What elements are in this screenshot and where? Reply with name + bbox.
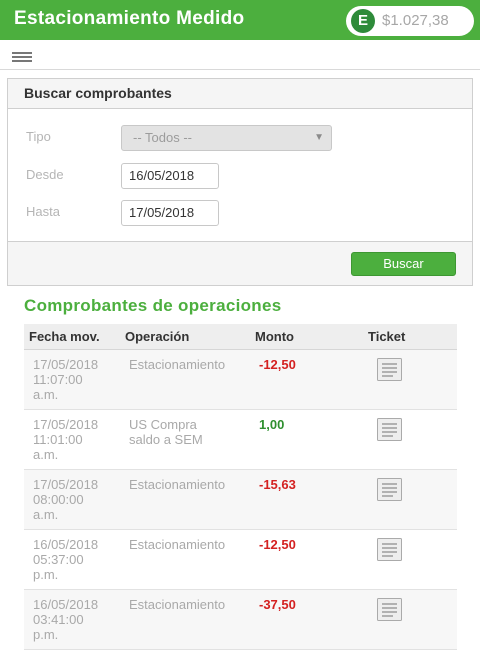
ticket-icon[interactable] — [377, 418, 402, 441]
desde-date-input[interactable]: 16/05/2018 — [121, 163, 219, 189]
row-amount: -12,50 — [259, 357, 296, 372]
row-date: 16/05/2018 05:37:00 p.m. — [33, 537, 99, 582]
row-date: 16/05/2018 03:41:00 p.m. — [33, 597, 99, 642]
dropdown-arrow-icon: ▼ — [314, 132, 324, 143]
ticket-icon[interactable] — [377, 598, 402, 621]
search-panel-title: Buscar comprobantes — [8, 79, 472, 109]
ticket-icon[interactable] — [377, 358, 402, 381]
ticket-icon[interactable] — [377, 478, 402, 501]
row-date: 17/05/2018 11:01:00 a.m. — [33, 417, 99, 462]
row-date: 17/05/2018 11:07:00 a.m. — [33, 357, 99, 402]
row-operation: Estacionamiento — [129, 537, 226, 552]
row-operation: Estacionamiento — [129, 477, 226, 492]
hasta-label: Hasta — [26, 204, 60, 219]
search-button[interactable]: Buscar — [351, 252, 456, 276]
row-amount: -15,63 — [259, 477, 296, 492]
column-header-amount: Monto — [255, 329, 294, 344]
menu-bar — [0, 40, 480, 70]
row-operation: Estacionamiento — [129, 597, 226, 612]
row-amount: 1,00 — [259, 417, 285, 432]
search-panel: Buscar comprobantes Tipo -- Todos -- ▼ D… — [7, 78, 473, 286]
desde-label: Desde — [26, 167, 64, 182]
row-operation: Estacionamiento — [129, 357, 226, 372]
tipo-label: Tipo — [26, 129, 51, 144]
table-row: 17/05/2018 11:07:00 a.m. Estacionamiento -12… — [24, 350, 457, 410]
top-app-bar: Estacionamiento Medido E $1.027,38 — [0, 0, 480, 40]
balance-value: $1.027,38 — [382, 12, 449, 29]
hamburger-menu-icon[interactable] — [12, 52, 32, 62]
column-header-date: Fecha mov. — [29, 329, 100, 344]
ticket-icon[interactable] — [377, 538, 402, 561]
table-row: 17/05/2018 08:00:00 a.m. Estacionamiento -15… — [24, 470, 457, 530]
table-body: 17/05/2018 11:07:00 a.m. Estacionamiento -12… — [24, 350, 457, 650]
column-header-operation: Operación — [125, 329, 190, 344]
table-row: 16/05/2018 03:41:00 p.m. Estacionamiento -37… — [24, 590, 457, 650]
tipo-select[interactable]: -- Todos -- ▼ — [121, 125, 332, 151]
wallet-icon: E — [351, 9, 375, 33]
table-header: Fecha mov. Operación Monto Ticket — [24, 324, 457, 350]
table-row: 17/05/2018 11:01:00 a.m. US Compra saldo a S… — [24, 410, 457, 470]
tipo-select-value: -- Todos -- — [133, 130, 192, 145]
row-date: 17/05/2018 08:00:00 a.m. — [33, 477, 99, 522]
table-row: 16/05/2018 05:37:00 p.m. Estacionamiento -12… — [24, 530, 457, 590]
row-amount: -12,50 — [259, 537, 296, 552]
search-panel-footer: Buscar — [8, 241, 472, 285]
column-header-ticket: Ticket — [368, 329, 406, 344]
operations-title: Comprobantes de operaciones — [24, 296, 282, 315]
row-amount: -37,50 — [259, 597, 296, 612]
balance-badge[interactable]: E $1.027,38 — [346, 6, 474, 36]
app-title: Estacionamiento Medido — [14, 8, 245, 29]
hasta-date-input[interactable]: 17/05/2018 — [121, 200, 219, 226]
operations-table: Fecha mov. Operación Monto Ticket 17/05/… — [24, 324, 457, 650]
row-operation: US Compra saldo a SEM — [129, 417, 203, 447]
